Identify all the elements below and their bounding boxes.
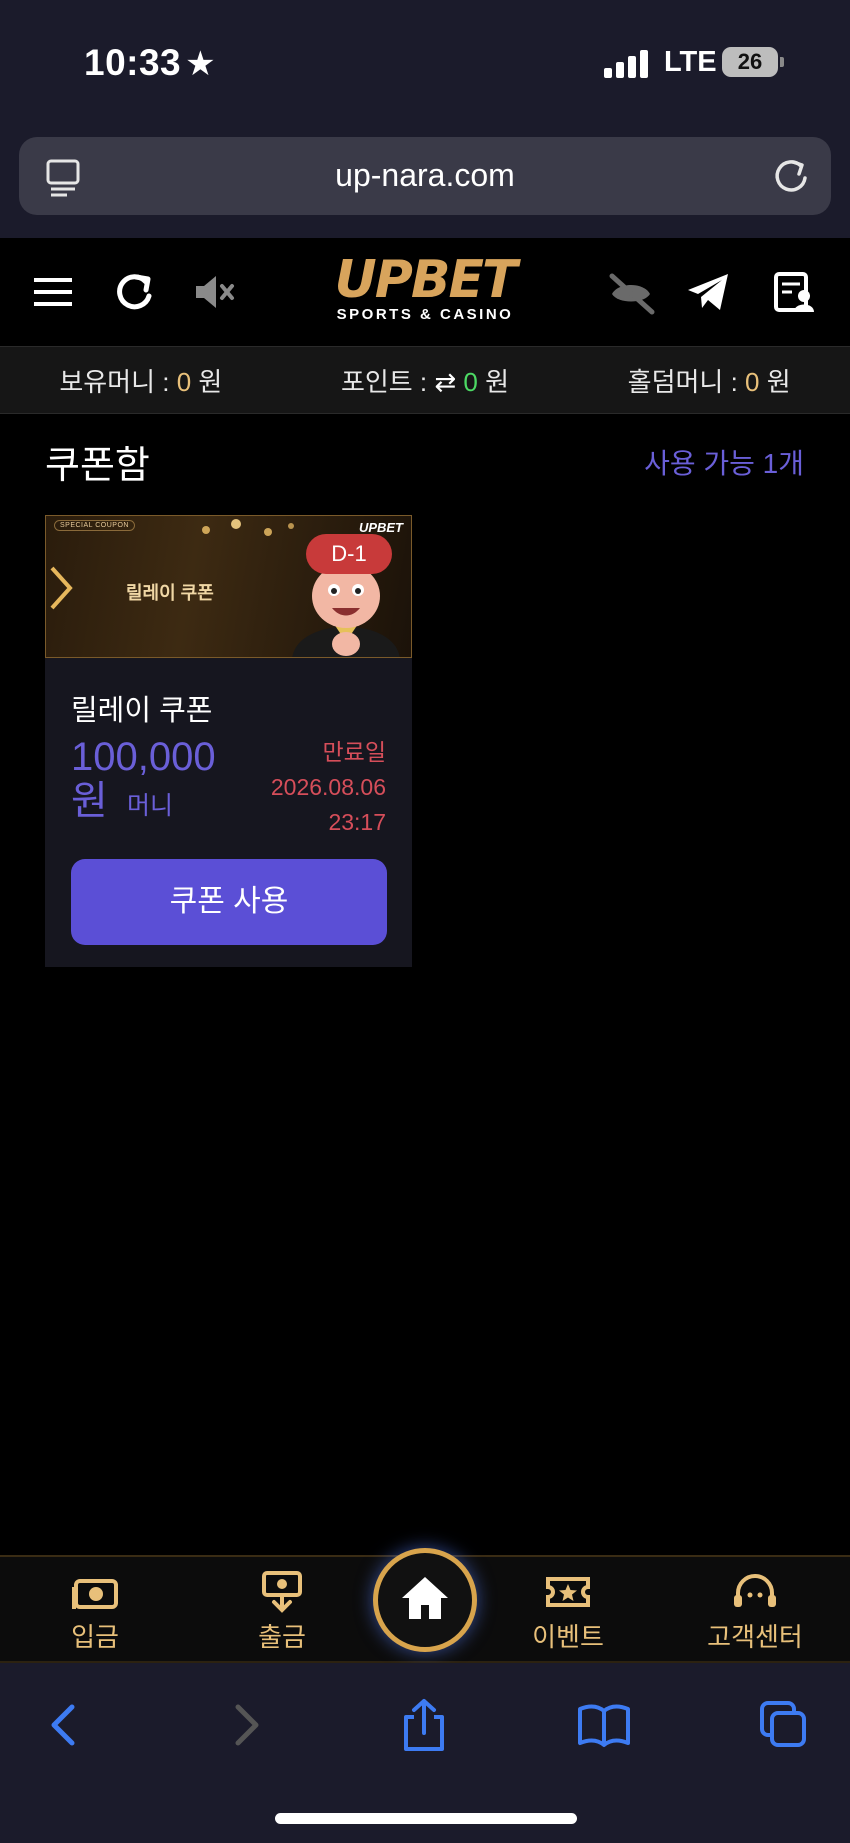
coupon-amount: 100,000 원 머니	[71, 735, 231, 828]
logo-sub: SPORTS & CASINO	[336, 306, 514, 323]
holdem-value: 0	[745, 366, 760, 397]
battery-icon: 26	[722, 47, 778, 77]
time-text: 10:33	[84, 42, 182, 83]
special-coupon-badge: SPECIAL COUPON	[54, 520, 135, 531]
nav-withdraw[interactable]: 출금	[217, 1571, 347, 1654]
home-button[interactable]	[373, 1548, 477, 1652]
back-arrow-icon[interactable]	[36, 1697, 92, 1753]
reload-icon[interactable]	[771, 156, 811, 196]
site-header: UPBET SPORTS & CASINO	[0, 238, 850, 346]
expiry-label: 만료일	[322, 739, 386, 765]
point-label: 포인트 :	[340, 366, 428, 397]
expiry-time: 23:17	[328, 809, 386, 835]
status-time: 10:33 ★	[84, 42, 216, 84]
amount-value: 100,000	[71, 735, 216, 779]
banner-brand: UPBET	[358, 520, 403, 535]
refresh-icon[interactable]	[110, 268, 158, 316]
tabs-icon[interactable]	[756, 1697, 812, 1753]
ios-top-area: 10:33 ★ LTE 26 up-nara.com	[0, 0, 850, 238]
withdraw-label: 출금	[258, 1622, 306, 1652]
withdraw-icon	[262, 1571, 302, 1613]
profile-card-icon[interactable]	[770, 268, 818, 316]
chevron-right-icon	[50, 566, 73, 610]
coupon-banner: SPECIAL COUPON UPBET 릴레이 쿠폰 D-1	[45, 515, 412, 658]
headset-icon	[734, 1574, 776, 1607]
holdem-label: 홀덤머니 :	[627, 366, 738, 397]
point-value: 0	[463, 366, 478, 397]
menu-icon[interactable]	[30, 268, 78, 316]
coupon-card: SPECIAL COUPON UPBET 릴레이 쿠폰 D-1 릴레이 쿠폰 1…	[45, 515, 412, 967]
banner-title: 릴레이 쿠폰	[126, 583, 214, 603]
safari-toolbar	[0, 1663, 850, 1843]
deposit-label: 입금	[71, 1622, 119, 1652]
money-balance: 보유머니 : 0 원	[59, 362, 222, 399]
holdem-unit: 원	[766, 366, 791, 397]
status-bar: 10:33 ★ LTE 26	[0, 0, 850, 120]
support-label: 고객센터	[707, 1622, 803, 1652]
nav-support[interactable]: 고객센터	[690, 1571, 820, 1654]
point-unit: 원	[485, 366, 510, 397]
event-label: 이벤트	[532, 1622, 604, 1652]
home-indicator[interactable]	[275, 1813, 577, 1824]
signal-icon	[604, 48, 648, 78]
site-logo[interactable]: UPBET SPORTS & CASINO	[300, 252, 550, 332]
nav-event[interactable]: 이벤트	[503, 1571, 633, 1654]
logo-main: UPBET	[334, 250, 518, 310]
bookmarks-icon[interactable]	[576, 1697, 632, 1753]
expiry-info: 만료일 2026.08.06 23:17	[271, 735, 386, 840]
coupon-name: 릴레이 쿠폰	[71, 695, 213, 727]
event-ticket-icon	[546, 1577, 590, 1607]
swap-icon[interactable]: ⇄	[434, 367, 456, 397]
telegram-icon[interactable]	[684, 268, 732, 316]
mute-icon[interactable]	[190, 268, 238, 316]
battery-tip	[780, 57, 784, 67]
expiry-date: 2026.08.06	[270, 774, 386, 800]
network-label: LTE	[664, 46, 717, 78]
home-icon	[402, 1577, 448, 1619]
point-balance[interactable]: 포인트 : ⇄ 0 원	[341, 362, 509, 399]
holdem-balance: 홀덤머니 : 0 원	[628, 362, 791, 399]
url-text[interactable]: up-nara.com	[19, 157, 831, 194]
share-icon[interactable]	[396, 1697, 452, 1753]
url-bar[interactable]: up-nara.com	[19, 137, 831, 215]
page-title: 쿠폰함	[45, 445, 150, 487]
star-icon: ★	[185, 45, 217, 83]
balance-bar: 보유머니 : 0 원 포인트 : ⇄ 0 원 홀덤머니 : 0 원	[0, 346, 850, 414]
deposit-icon	[72, 1579, 118, 1609]
money-value: 0	[176, 366, 192, 397]
dday-badge: D-1	[306, 534, 392, 574]
amount-type: 머니	[126, 792, 173, 820]
forward-arrow-icon[interactable]	[218, 1697, 274, 1753]
money-label: 보유머니 :	[59, 366, 170, 397]
amount-unit: 원	[71, 779, 108, 823]
available-count: 사용 가능 1개	[644, 448, 804, 479]
hide-icon[interactable]	[604, 268, 658, 316]
nav-deposit[interactable]: 입금	[30, 1571, 160, 1654]
use-coupon-button[interactable]: 쿠폰 사용	[71, 859, 387, 945]
money-unit: 원	[198, 366, 223, 397]
